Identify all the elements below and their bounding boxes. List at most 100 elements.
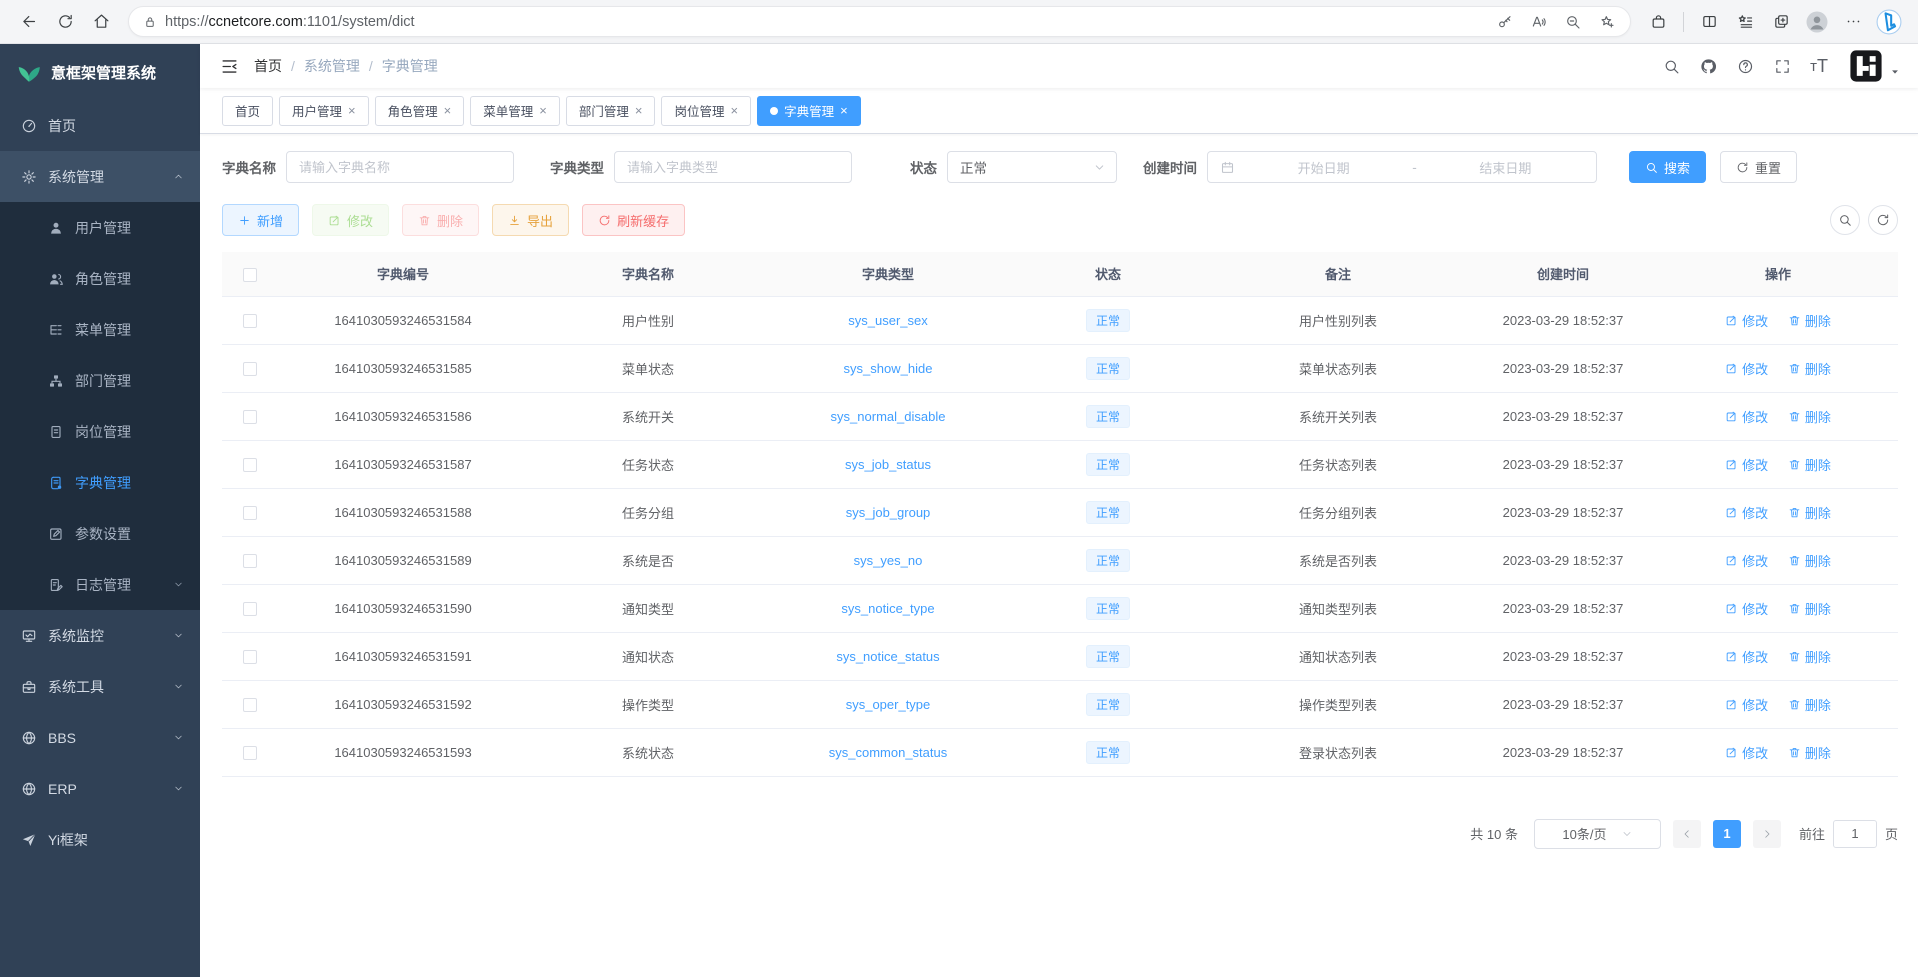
reset-button[interactable]: 重置 (1720, 151, 1797, 183)
tag-tab[interactable]: 首页 (222, 96, 273, 126)
row-checkbox[interactable] (243, 650, 257, 664)
tag-tab[interactable]: 岗位管理 × (661, 96, 751, 126)
toolbar-button[interactable]: 刷新缓存 (582, 204, 685, 236)
close-icon[interactable]: × (444, 104, 452, 117)
dict-type-link[interactable]: sys_job_status (845, 457, 931, 472)
page-size-select[interactable]: 10条/页 (1534, 819, 1661, 849)
row-checkbox[interactable] (243, 362, 257, 376)
row-checkbox[interactable] (243, 314, 257, 328)
toggle-search-icon[interactable] (1830, 205, 1860, 235)
password-key-icon[interactable] (1492, 9, 1518, 35)
sidebar-item[interactable]: 参数设置 (0, 508, 200, 559)
next-page-button[interactable] (1753, 820, 1781, 848)
status-select[interactable]: 正常 (947, 151, 1117, 183)
duplicate-tab-icon[interactable] (1766, 7, 1796, 37)
close-icon[interactable]: × (840, 104, 848, 117)
address-bar[interactable]: https://ccnetcore.com:1101/system/dict (128, 6, 1631, 37)
more-icon[interactable] (1838, 7, 1868, 37)
sidebar-item[interactable]: Yi框架 (0, 814, 200, 865)
browser-profile-avatar[interactable] (1802, 7, 1832, 37)
user-menu-caret-icon[interactable] (1890, 67, 1900, 77)
dict-type-input[interactable] (614, 151, 852, 183)
row-checkbox[interactable] (243, 698, 257, 712)
refresh-table-icon[interactable] (1868, 205, 1898, 235)
search-button[interactable]: 搜索 (1629, 151, 1706, 183)
font-size-icon[interactable]: тТ (1804, 51, 1834, 81)
breadcrumb-system[interactable]: 系统管理 (304, 56, 360, 76)
close-icon[interactable]: × (348, 104, 356, 117)
sidebar-item[interactable]: 用户管理 (0, 202, 200, 253)
url-text[interactable]: https://ccnetcore.com:1101/system/dict (165, 14, 1484, 30)
current-page[interactable]: 1 (1713, 820, 1741, 848)
edit-link[interactable]: 修改 (1725, 743, 1768, 762)
delete-link[interactable]: 删除 (1788, 311, 1831, 330)
extensions-icon[interactable] (1643, 7, 1673, 37)
toolbar-button[interactable]: 修改 (312, 204, 389, 236)
delete-link[interactable]: 删除 (1788, 551, 1831, 570)
row-checkbox[interactable] (243, 506, 257, 520)
copilot-icon[interactable] (1874, 7, 1904, 37)
end-date-placeholder[interactable]: 结束日期 (1427, 158, 1584, 177)
breadcrumb-home[interactable]: 首页 (254, 56, 282, 76)
refresh-icon[interactable] (50, 7, 80, 37)
dict-type-link[interactable]: sys_normal_disable (831, 409, 946, 424)
help-icon[interactable] (1730, 51, 1760, 81)
github-icon[interactable] (1693, 51, 1723, 81)
sidebar-item[interactable]: 首页 (0, 100, 200, 151)
sidebar-item[interactable]: 字典管理 (0, 457, 200, 508)
edit-link[interactable]: 修改 (1725, 551, 1768, 570)
dict-type-link[interactable]: sys_job_group (846, 505, 931, 520)
dict-type-link[interactable]: sys_notice_status (836, 649, 939, 664)
tag-tab[interactable]: 部门管理 × (566, 96, 656, 126)
split-screen-icon[interactable] (1694, 7, 1724, 37)
start-date-placeholder[interactable]: 开始日期 (1245, 158, 1402, 177)
search-icon[interactable] (1656, 51, 1686, 81)
close-icon[interactable]: × (730, 104, 738, 117)
row-checkbox[interactable] (243, 410, 257, 424)
sidebar-item[interactable]: 岗位管理 (0, 406, 200, 457)
sidebar-item[interactable]: 系统管理 (0, 151, 200, 202)
zoom-out-icon[interactable] (1560, 9, 1586, 35)
sidebar-item[interactable]: 系统工具 (0, 661, 200, 712)
delete-link[interactable]: 删除 (1788, 599, 1831, 618)
delete-link[interactable]: 删除 (1788, 455, 1831, 474)
read-aloud-icon[interactable] (1526, 9, 1552, 35)
row-checkbox[interactable] (243, 602, 257, 616)
edit-link[interactable]: 修改 (1725, 455, 1768, 474)
sidebar-item[interactable]: ERP (0, 763, 200, 814)
edit-link[interactable]: 修改 (1725, 599, 1768, 618)
dict-type-link[interactable]: sys_oper_type (846, 697, 931, 712)
tag-tab[interactable]: 角色管理 × (375, 96, 465, 126)
back-icon[interactable] (14, 7, 44, 37)
add-favorite-icon[interactable] (1594, 9, 1620, 35)
toolbar-button[interactable]: 新增 (222, 204, 299, 236)
edit-link[interactable]: 修改 (1725, 647, 1768, 666)
collapse-sidebar-icon[interactable] (214, 51, 244, 81)
home-icon[interactable] (86, 7, 116, 37)
delete-link[interactable]: 删除 (1788, 695, 1831, 714)
delete-link[interactable]: 删除 (1788, 647, 1831, 666)
user-avatar[interactable] (1849, 49, 1883, 83)
sidebar-item[interactable]: 日志管理 (0, 559, 200, 610)
edit-link[interactable]: 修改 (1725, 503, 1768, 522)
dict-type-link[interactable]: sys_notice_type (841, 601, 934, 616)
delete-link[interactable]: 删除 (1788, 743, 1831, 762)
dict-type-link[interactable]: sys_common_status (829, 745, 948, 760)
row-checkbox[interactable] (243, 554, 257, 568)
delete-link[interactable]: 删除 (1788, 359, 1831, 378)
goto-page-input[interactable] (1833, 820, 1877, 848)
sidebar-item[interactable]: 系统监控 (0, 610, 200, 661)
dict-type-link[interactable]: sys_show_hide (844, 361, 933, 376)
edit-link[interactable]: 修改 (1725, 311, 1768, 330)
sidebar-item[interactable]: 角色管理 (0, 253, 200, 304)
sidebar-item[interactable]: 菜单管理 (0, 304, 200, 355)
row-checkbox[interactable] (243, 746, 257, 760)
prev-page-button[interactable] (1673, 820, 1701, 848)
dict-name-input[interactable] (286, 151, 514, 183)
sidebar-item[interactable]: BBS (0, 712, 200, 763)
close-icon[interactable]: × (539, 104, 547, 117)
close-icon[interactable]: × (635, 104, 643, 117)
dict-type-link[interactable]: sys_user_sex (848, 313, 927, 328)
edit-link[interactable]: 修改 (1725, 407, 1768, 426)
edit-link[interactable]: 修改 (1725, 359, 1768, 378)
